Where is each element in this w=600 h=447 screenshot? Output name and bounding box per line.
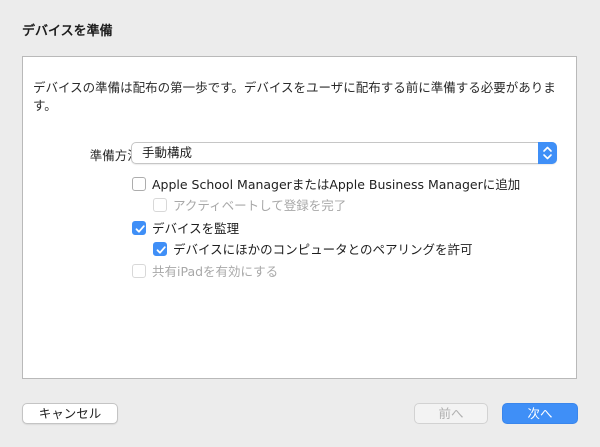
next-button[interactable]: 次へ xyxy=(502,403,578,424)
option-enable-shared-ipad: 共有iPadを有効にする xyxy=(132,261,278,280)
option-activate-complete-enrollment: アクティベートして登録を完了 xyxy=(153,195,346,214)
content-panel: デバイスの準備は配布の第一歩です。デバイスをユーザに配布する前に準備する必要があ… xyxy=(22,56,577,379)
preparation-method-select[interactable]: 手動構成 xyxy=(131,142,557,164)
option-add-to-asm-abm[interactable]: Apple School ManagerまたはApple Business Ma… xyxy=(132,174,520,193)
chevron-up-down-icon xyxy=(538,142,557,164)
option-label: デバイスを監理 xyxy=(152,221,240,236)
checkmark-icon xyxy=(135,224,145,233)
cancel-button[interactable]: キャンセル xyxy=(22,403,118,424)
option-label: Apple School ManagerまたはApple Business Ma… xyxy=(152,177,521,192)
checkbox-supervise-devices[interactable] xyxy=(132,220,146,235)
checkmark-icon xyxy=(156,245,166,254)
checkbox-allow-pairing[interactable] xyxy=(153,241,167,256)
description-text: デバイスの準備は配布の第一歩です。デバイスをユーザに配布する前に準備する必要があ… xyxy=(33,80,556,113)
checkbox-enable-shared-ipad xyxy=(132,263,146,278)
option-label: デバイスにほかのコンピュータとのペアリングを許可 xyxy=(173,242,473,257)
option-allow-pairing[interactable]: デバイスにほかのコンピュータとのペアリングを許可 xyxy=(153,239,473,258)
option-label: アクティベートして登録を完了 xyxy=(173,198,347,213)
dialog-title: デバイスを準備 xyxy=(22,24,113,39)
checkbox-activate-complete-enrollment xyxy=(153,197,167,212)
checkbox-add-to-asm-abm[interactable] xyxy=(132,176,146,191)
option-label: 共有iPadを有効にする xyxy=(152,264,279,279)
previous-button: 前へ xyxy=(414,403,488,424)
option-supervise-devices[interactable]: デバイスを監理 xyxy=(132,218,239,237)
preparation-method-value: 手動構成 xyxy=(142,145,193,160)
